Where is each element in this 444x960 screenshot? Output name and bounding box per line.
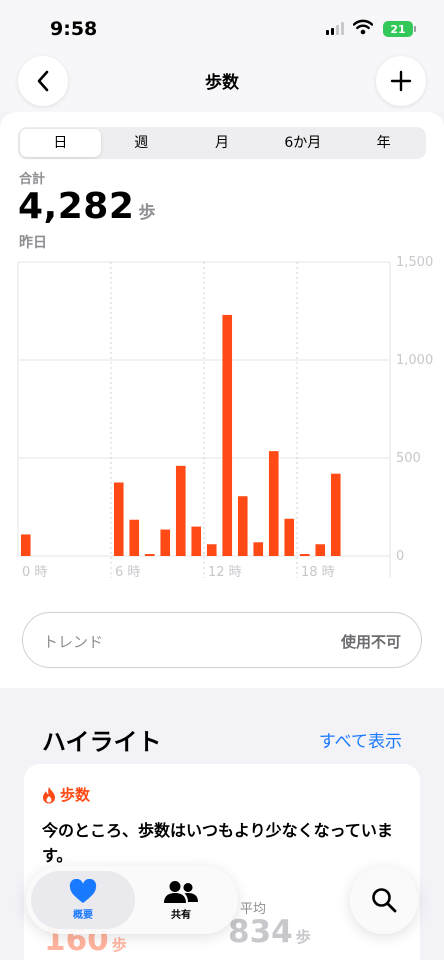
- period-segmented-control: 日 週 月 6か月 年: [18, 127, 426, 159]
- flame-icon: [43, 786, 55, 803]
- highlight-average-steps: 834 歩: [228, 914, 311, 950]
- trend-label: トレンド: [43, 633, 104, 651]
- tab-summary-label: 概要: [73, 910, 93, 921]
- search-button[interactable]: [350, 866, 418, 934]
- chart-bar: [129, 519, 140, 556]
- status-bar: 9:58 21: [0, 0, 444, 56]
- segment-year[interactable]: 年: [343, 129, 424, 157]
- chart-bar: [144, 554, 155, 556]
- add-data-button[interactable]: [376, 56, 426, 106]
- tab-bar: 概要 共有: [26, 866, 238, 934]
- chart-bar: [299, 554, 310, 556]
- chart-bar: [237, 496, 248, 556]
- x-tick-label: 6 時: [115, 565, 140, 580]
- tab-sharing-label: 共有: [171, 909, 191, 921]
- y-tick-label: 0: [396, 549, 404, 564]
- trend-row[interactable]: トレンド 使用不可: [22, 612, 422, 668]
- total-steps-unit: 歩: [138, 203, 156, 223]
- chart-bar: [315, 544, 326, 556]
- x-tick-label: 12 時: [208, 565, 242, 580]
- steps-bar-chart[interactable]: 0 500 1,000 1,500 0 時 6 時 12 時 18 時: [0, 250, 444, 582]
- battery-icon: 21: [383, 21, 413, 37]
- segment-week[interactable]: 週: [101, 129, 182, 157]
- chart-bar: [253, 542, 264, 556]
- cellular-signal-icon: [326, 22, 344, 35]
- chart-bar: [284, 518, 295, 556]
- y-tick-label: 1,000: [396, 353, 433, 368]
- battery-level: 21: [390, 22, 406, 36]
- segment-month[interactable]: 月: [182, 129, 263, 157]
- chart-bar: [222, 314, 233, 556]
- tab-summary[interactable]: 概要: [31, 871, 135, 929]
- segment-6-months[interactable]: 6か月: [262, 129, 343, 157]
- trend-status: 使用不可: [340, 633, 401, 651]
- total-label: 合計: [19, 172, 46, 187]
- search-icon: [372, 888, 397, 913]
- wifi-icon: [353, 19, 373, 35]
- chart-bar: [20, 534, 31, 556]
- chart-bar: [160, 529, 171, 556]
- chart-bar: [206, 544, 217, 556]
- chart-bar: [330, 473, 341, 556]
- y-tick-label: 1,500: [396, 255, 433, 270]
- highlight-tag: 歩数: [42, 784, 90, 805]
- people-icon: [164, 880, 198, 903]
- highlight-today-unit: 歩: [111, 936, 127, 954]
- highlights-title: ハイライト: [42, 728, 162, 756]
- nav-bar: 歩数: [0, 56, 444, 112]
- tab-sharing[interactable]: 共有: [129, 871, 233, 929]
- total-steps: 4,282 歩: [18, 186, 156, 227]
- chart-bar: [175, 465, 186, 556]
- highlight-text: 今のところ、歩数はいつもより少なくなっています。: [42, 821, 393, 865]
- chart-bar: [268, 451, 279, 556]
- chart-bar: [191, 526, 202, 556]
- total-steps-value: 4,282: [18, 186, 135, 227]
- date-label: 昨日: [19, 235, 47, 251]
- highlight-average-value: 834: [228, 914, 293, 950]
- status-time: 9:58: [50, 18, 98, 40]
- battery-cap: [414, 26, 416, 32]
- y-tick-label: 500: [396, 451, 421, 466]
- show-all-link[interactable]: すべて表示: [319, 727, 402, 752]
- plus-icon: [390, 70, 412, 92]
- highlight-average-unit: 歩: [295, 928, 311, 946]
- x-tick-label: 0 時: [22, 565, 47, 580]
- heart-icon: [69, 879, 97, 903]
- highlight-tag-label: 歩数: [60, 786, 91, 804]
- chart-bar: [113, 482, 124, 556]
- x-tick-label: 18 時: [301, 565, 335, 580]
- segment-day[interactable]: 日: [20, 129, 101, 157]
